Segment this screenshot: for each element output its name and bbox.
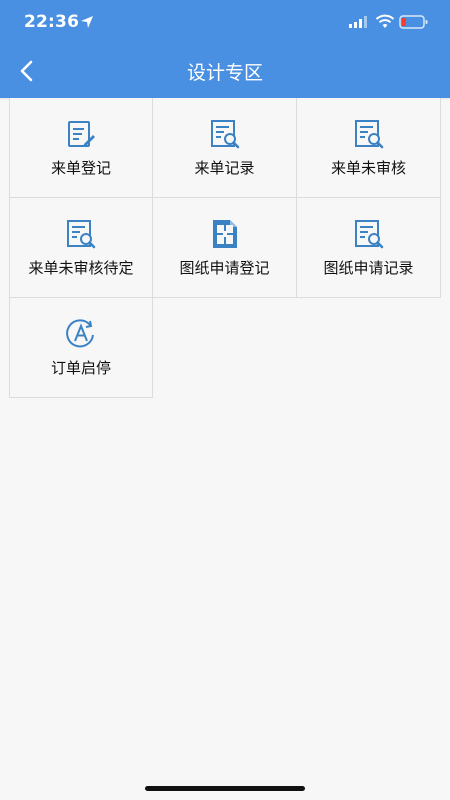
cellular-signal-icon [349,16,367,28]
document-search-icon [67,220,96,249]
document-search-icon [354,120,383,149]
grid-item-drawing-request-register[interactable]: 图纸申请登记 [153,198,297,298]
grid-item-label: 订单启停 [50,359,111,377]
grid-item-order-start-stop[interactable]: 订单启停 [9,298,153,398]
battery-icon [399,15,428,29]
home-indicator [145,786,305,791]
grid-item-label: 来单记录 [194,159,255,177]
document-search-icon [210,120,239,149]
grid-item-order-register[interactable]: 来单登记 [9,98,153,198]
grid-item-label: 图纸申请记录 [323,259,414,277]
grid-item-label: 图纸申请登记 [179,259,270,277]
grid-item-order-records[interactable]: 来单记录 [153,98,297,198]
form-edit-icon [68,121,95,147]
document-search-icon [354,220,383,249]
grid-item-order-unreviewed[interactable]: 来单未审核 [297,98,441,198]
wifi-icon [375,14,395,28]
blueprint-icon [212,220,237,248]
location-arrow-icon [81,16,93,28]
grid-item-drawing-request-records[interactable]: 图纸申请记录 [297,198,441,298]
header-bar: 22:36 设计专区 [0,0,450,98]
grid-item-label: 来单登记 [50,159,111,177]
grid-item-label: 来单未审核待定 [28,259,134,277]
status-time: 22:36 [24,12,80,32]
nav-bar: 设计专区 [0,44,450,98]
circle-a-icon [66,319,94,348]
grid-item-label: 来单未审核 [330,159,406,177]
status-bar: 22:36 [0,0,450,44]
page-title: 设计专区 [186,62,263,84]
grid-item-order-unreviewed-pending[interactable]: 来单未审核待定 [9,198,153,298]
